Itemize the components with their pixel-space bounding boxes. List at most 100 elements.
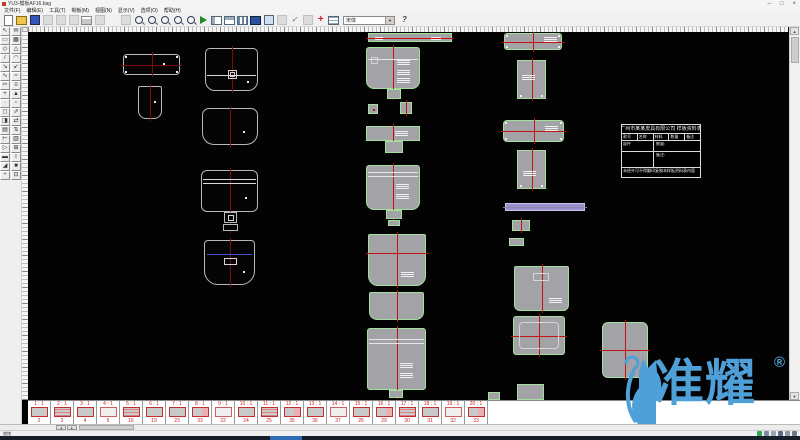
separator[interactable] bbox=[106, 15, 119, 26]
tool-02[interactable]: ✉ bbox=[11, 27, 21, 36]
pattern-piece-filled-flap-2[interactable] bbox=[366, 165, 420, 210]
filmstrip-thumbnail[interactable]: 6 : 1 19 bbox=[143, 401, 166, 424]
pattern-piece-filled-band-1[interactable] bbox=[504, 33, 562, 50]
grid-toggle-icon[interactable] bbox=[275, 15, 288, 26]
close-button[interactable]: × bbox=[792, 1, 796, 7]
tool-11[interactable]: ∿ bbox=[0, 72, 10, 81]
tool-29[interactable]: ▬ bbox=[0, 153, 10, 162]
new-icon[interactable] bbox=[2, 15, 15, 26]
drawing-canvas[interactable] bbox=[28, 32, 789, 400]
tool-05[interactable]: ◇ bbox=[0, 45, 10, 54]
menu-item[interactable]: 制板(M) bbox=[71, 7, 89, 14]
vertical-scrollbar[interactable]: ▲ ▼ bbox=[789, 27, 800, 400]
pattern-piece-small-1[interactable] bbox=[512, 220, 530, 231]
tool-28[interactable]: ⊞ bbox=[11, 144, 21, 153]
tool-27[interactable]: ▷ bbox=[0, 144, 10, 153]
context-help-icon[interactable]: ? bbox=[398, 15, 411, 26]
filmstrip-thumbnail[interactable]: 17 : 1 30 bbox=[396, 401, 419, 424]
pattern-piece-filled-body-1[interactable] bbox=[368, 234, 426, 286]
tool-16[interactable]: ▲ bbox=[11, 90, 21, 99]
pattern-piece-zipper-strip[interactable] bbox=[505, 203, 585, 211]
sheet-icon[interactable] bbox=[262, 15, 275, 26]
vertical-scroll-thumb[interactable] bbox=[791, 37, 799, 63]
tool-31[interactable]: ◢ bbox=[0, 162, 10, 171]
print-preview-icon[interactable] bbox=[93, 15, 106, 26]
pattern-piece-filled-side-1[interactable] bbox=[517, 60, 546, 99]
pan-arrow-icon[interactable] bbox=[197, 15, 210, 26]
menu-item[interactable]: 文件(F) bbox=[4, 7, 20, 14]
pattern-piece-filled-square-2[interactable] bbox=[400, 102, 412, 114]
tool-18[interactable]: ▫ bbox=[11, 99, 21, 108]
view-columns-icon[interactable] bbox=[236, 15, 249, 26]
tool-24[interactable]: ⇅ bbox=[11, 126, 21, 135]
pattern-piece-outline-flap-lines[interactable] bbox=[201, 170, 258, 212]
zoom-previous-icon[interactable] bbox=[184, 15, 197, 26]
tool-22[interactable]: ⇄ bbox=[11, 117, 21, 126]
scroll-down-icon[interactable]: ▼ bbox=[790, 392, 799, 400]
tool-curve[interactable]: ◠ bbox=[11, 54, 21, 63]
tool-line[interactable]: / bbox=[0, 54, 10, 63]
filmstrip-thumbnail[interactable]: 14 : 1 37 bbox=[327, 401, 350, 424]
menu-item[interactable]: 选项(O) bbox=[141, 7, 158, 14]
copy-icon[interactable] bbox=[54, 15, 67, 26]
view-split-icon[interactable] bbox=[210, 15, 223, 26]
tool-09[interactable]: ↘ bbox=[0, 63, 10, 72]
tool-32[interactable]: ■ bbox=[11, 162, 21, 171]
print-icon[interactable] bbox=[80, 15, 93, 26]
filmstrip-thumbnail[interactable]: 5 : 1 16 bbox=[120, 401, 143, 424]
pattern-piece-filled-body-3[interactable] bbox=[367, 328, 426, 390]
pattern-piece-filled-pocket-1[interactable] bbox=[514, 266, 569, 311]
filmstrip-thumbnail[interactable]: 2 : 1 3 bbox=[51, 401, 74, 424]
snap-check-icon[interactable]: ✓ bbox=[288, 15, 301, 26]
pattern-piece-outline-gusset[interactable] bbox=[138, 86, 162, 119]
table-icon[interactable] bbox=[327, 15, 340, 26]
taskbar-active-app[interactable] bbox=[270, 436, 302, 440]
pattern-piece-filled-band-2[interactable] bbox=[503, 120, 564, 142]
pattern-piece-filled-pocket-2[interactable] bbox=[513, 316, 565, 355]
pattern-piece-outline-strap[interactable] bbox=[123, 54, 180, 75]
zoom-out-icon[interactable] bbox=[145, 15, 158, 26]
filmstrip-thumbnail[interactable]: 9 : 1 22 bbox=[212, 401, 235, 424]
maximize-button[interactable]: □ bbox=[780, 1, 784, 7]
tool-14[interactable]: ≡ bbox=[11, 81, 21, 90]
pattern-piece-filled-side-2[interactable] bbox=[517, 150, 546, 189]
ruler-toggle-icon[interactable] bbox=[301, 15, 314, 26]
tool-34[interactable]: ⊡ bbox=[11, 171, 21, 180]
scroll-up-icon[interactable]: ▲ bbox=[790, 27, 799, 35]
filmstrip-thumbnail[interactable]: 4 : 1 5 bbox=[97, 401, 120, 424]
tool-15[interactable]: + bbox=[0, 90, 10, 99]
tool-25[interactable]: ⊢ bbox=[0, 135, 10, 144]
add-point-icon[interactable]: + bbox=[314, 15, 327, 26]
filmstrip-thumbnail[interactable]: 3 : 1 4 bbox=[74, 401, 97, 424]
menu-item[interactable]: 显示(V) bbox=[118, 7, 135, 14]
pattern-piece-filled-body-2[interactable] bbox=[369, 292, 424, 320]
menu-item[interactable]: 视图(N) bbox=[95, 7, 112, 14]
filmstrip-thumbnail[interactable]: 18 : 1 31 bbox=[419, 401, 442, 424]
filmstrip-thumbnail[interactable]: 15 : 1 26 bbox=[350, 401, 373, 424]
tool-13[interactable]: ✂ bbox=[0, 81, 10, 90]
tool-12[interactable]: ≈ bbox=[11, 72, 21, 81]
paste-icon[interactable] bbox=[67, 15, 80, 26]
tool-26[interactable]: ▥ bbox=[11, 135, 21, 144]
chevron-down-icon[interactable]: ▼ bbox=[385, 17, 394, 24]
open-folder-icon[interactable] bbox=[15, 15, 28, 26]
tool-10[interactable]: ↙ bbox=[11, 63, 21, 72]
tool-33[interactable]: ÷ bbox=[0, 171, 10, 180]
tool-21[interactable]: ◨ bbox=[0, 117, 10, 126]
filmstrip-thumbnail[interactable]: 20 : 1 33 bbox=[465, 401, 488, 424]
view-cascade-icon[interactable] bbox=[223, 15, 236, 26]
pattern-piece-clipped-1[interactable] bbox=[517, 384, 544, 400]
filmstrip-thumbnail[interactable]: 8 : 1 33 bbox=[189, 401, 212, 424]
pattern-piece-clipped-2[interactable] bbox=[488, 392, 500, 400]
font-select[interactable]: 宋体 ▼ bbox=[343, 16, 395, 25]
menu-item[interactable]: 编辑(E) bbox=[26, 7, 43, 14]
filmstrip-thumbnail[interactable]: 11 : 1 25 bbox=[258, 401, 281, 424]
tool-03[interactable]: ▭ bbox=[0, 36, 10, 45]
filmstrip-thumbnail[interactable]: 12 : 1 35 bbox=[281, 401, 304, 424]
pattern-piece-filled-strip[interactable] bbox=[368, 33, 452, 42]
zoom-all-icon[interactable] bbox=[171, 15, 184, 26]
filmstrip-thumbnail[interactable]: 10 : 1 24 bbox=[235, 401, 258, 424]
menu-item[interactable]: 工具(T) bbox=[49, 7, 65, 14]
minimize-button[interactable]: – bbox=[768, 1, 771, 7]
pattern-piece-filled-square-1[interactable] bbox=[368, 104, 378, 114]
